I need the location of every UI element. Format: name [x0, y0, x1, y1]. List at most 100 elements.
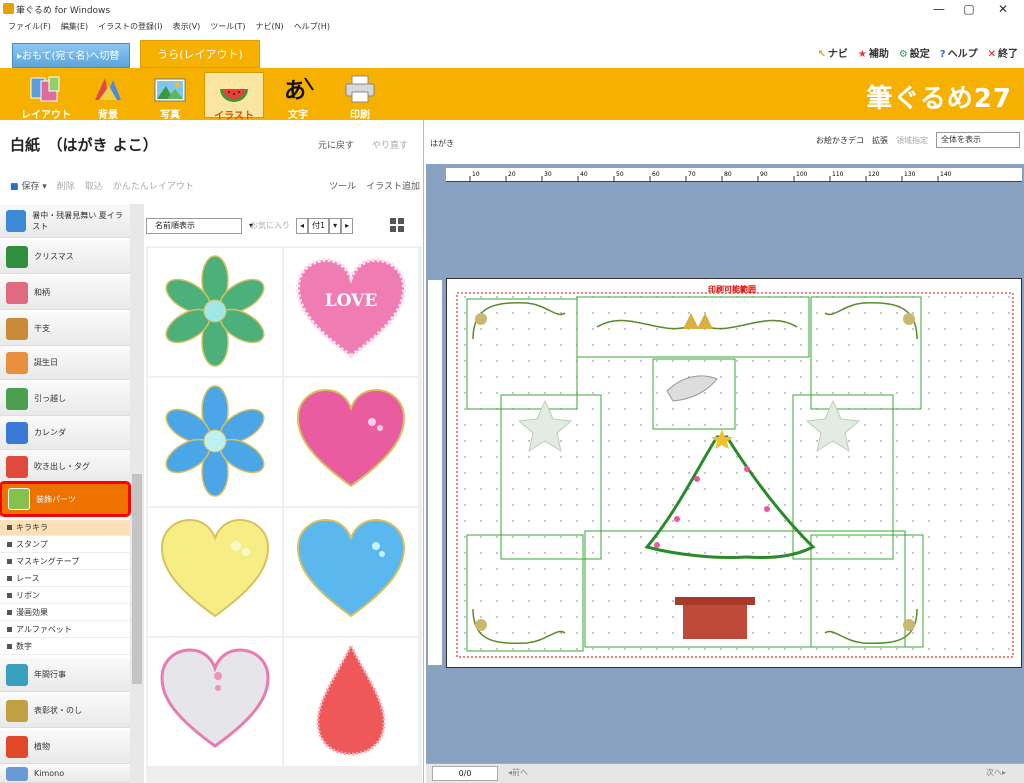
- category-wagara[interactable]: 和柄: [0, 276, 130, 310]
- grid-view-icon[interactable]: [390, 218, 404, 232]
- settings-label: 設定: [909, 49, 930, 60]
- easy-layout-button[interactable]: かんたんレイアウト: [113, 179, 194, 192]
- background-button[interactable]: 背景: [78, 72, 138, 121]
- category-balloon[interactable]: 吹き出し・タグ: [0, 450, 130, 484]
- next-page-button[interactable]: 次へ▸: [986, 767, 1006, 778]
- favorite-button[interactable]: お気に入り: [250, 220, 290, 231]
- undo-button[interactable]: 元に戻す: [318, 138, 354, 151]
- card-illustration: [456, 292, 1014, 658]
- sub-alphabet[interactable]: アルファベット: [0, 622, 130, 638]
- category-label: 引っ越し: [34, 394, 66, 403]
- category-certificate[interactable]: 表彰状・のし: [0, 694, 130, 728]
- scroll-thumb[interactable]: [132, 474, 142, 684]
- area-button[interactable]: 領域指定: [896, 135, 928, 146]
- preview-panel: はがき お絵かきデコ 拡張 領域指定 全体を表示 10 20 30 40 50 60 70 8…: [426, 120, 1024, 783]
- gallery-item-blue-flower[interactable]: [148, 378, 282, 506]
- save-button[interactable]: ■ 保存 ▾: [10, 179, 47, 192]
- zoom-select[interactable]: 全体を表示: [936, 132, 1020, 148]
- blue-heart-icon: [296, 518, 406, 618]
- tab-back-layout[interactable]: うら(レイアウト): [140, 40, 260, 68]
- sub-ribbon[interactable]: リボン: [0, 588, 130, 604]
- paper-label: はがき: [430, 139, 454, 148]
- gallery-item-red-drop[interactable]: [284, 638, 418, 766]
- pager-current[interactable]: 付1: [308, 218, 330, 234]
- preview-controls: お絵かきデコ 拡張 領域指定 全体を表示: [816, 132, 1020, 148]
- exit-link[interactable]: ✕ 終了: [988, 45, 1018, 60]
- sub-number[interactable]: 数字: [0, 639, 130, 655]
- illust-button[interactable]: イラスト: [204, 72, 264, 122]
- category-label: 和柄: [34, 288, 50, 297]
- category-decoration-parts[interactable]: 装飾パーツ: [0, 481, 131, 517]
- sub-stamp[interactable]: スタンプ: [0, 537, 130, 553]
- maximize-button[interactable]: ▢: [952, 0, 986, 18]
- navi-link[interactable]: ↖ ナビ: [817, 45, 847, 60]
- pink-heart-icon: [296, 388, 406, 488]
- print-button[interactable]: 印刷: [330, 72, 390, 121]
- pager-dropdown[interactable]: ▾: [329, 218, 342, 234]
- postcard-canvas[interactable]: [446, 278, 1022, 668]
- ruler-label: 50: [616, 171, 624, 178]
- assist-link[interactable]: ★ 補助: [858, 45, 889, 60]
- layout-label: レイアウト: [21, 110, 71, 121]
- menu-edit[interactable]: 編集(E): [61, 21, 88, 32]
- tool-menu[interactable]: ツール: [329, 179, 356, 192]
- tab-front-address[interactable]: ▸おもて(宛て名)へ切替: [12, 43, 130, 68]
- cursor-icon: ↖: [817, 49, 826, 60]
- settings-link[interactable]: ⚙ 設定: [899, 45, 930, 60]
- pager-next[interactable]: ▸: [341, 218, 354, 234]
- gallery-hscrollbar[interactable]: [146, 766, 422, 780]
- illustration-gallery: LOVE: [146, 246, 422, 783]
- plant-icon: [6, 735, 28, 758]
- text-button[interactable]: あ 文字: [268, 72, 328, 121]
- gallery-item-love-heart[interactable]: LOVE: [284, 248, 418, 376]
- app-window: 筆ぐるめ for Windows — ▢ ✕ ファイル(F) 編集(E) イラス…: [0, 0, 1024, 783]
- gallery-item-green-flower[interactable]: [148, 248, 282, 376]
- pager-prev[interactable]: ◂: [296, 218, 309, 234]
- import-button[interactable]: 取込: [85, 179, 103, 192]
- category-summer[interactable]: 暑中・残暑見舞い 夏イラスト: [0, 204, 130, 238]
- ruler-label: 70: [688, 171, 696, 178]
- help-link[interactable]: ? ヘルプ: [940, 45, 978, 60]
- menu-navi[interactable]: ナビ(N): [255, 21, 283, 32]
- category-birthday[interactable]: 誕生日: [0, 346, 130, 380]
- category-annual-events[interactable]: 年間行事: [0, 658, 130, 692]
- ruler-label: 140: [940, 171, 952, 178]
- category-label: 誕生日: [34, 358, 58, 367]
- prev-page-button[interactable]: ◂前へ: [508, 767, 528, 778]
- background-label: 背景: [98, 110, 118, 121]
- sub-masking-tape[interactable]: マスキングテープ: [0, 554, 130, 570]
- minimize-button[interactable]: —: [922, 0, 956, 18]
- sub-lace[interactable]: レース: [0, 571, 130, 587]
- blue-flower-icon: [165, 385, 265, 497]
- add-illust-button[interactable]: イラスト追加: [366, 179, 420, 192]
- delete-button[interactable]: 削除: [57, 179, 75, 192]
- category-eto[interactable]: 干支: [0, 312, 130, 346]
- sub-kirakira[interactable]: キラキラ: [0, 520, 130, 536]
- category-calendar[interactable]: カレンダ: [0, 416, 130, 450]
- category-plants[interactable]: 植物: [0, 730, 130, 764]
- gallery-item-blue-heart[interactable]: [284, 508, 418, 636]
- left-ruler: [428, 280, 442, 665]
- photo-button[interactable]: 写真: [140, 72, 200, 121]
- category-christmas[interactable]: クリスマス: [0, 240, 130, 274]
- sort-select[interactable]: 名前順表示: [146, 218, 253, 234]
- menu-view[interactable]: 表示(V): [173, 21, 201, 32]
- help-label: ヘルプ: [947, 49, 978, 60]
- menu-tool[interactable]: ツール(T): [210, 21, 245, 32]
- close-button[interactable]: ✕: [986, 0, 1020, 18]
- deco-button[interactable]: お絵かきデコ: [816, 135, 864, 146]
- menu-help[interactable]: ヘルプ(H): [294, 21, 330, 32]
- category-kimono[interactable]: Kimono: [0, 765, 130, 783]
- menu-file[interactable]: ファイル(F): [8, 21, 51, 32]
- category-scrollbar[interactable]: [130, 204, 144, 783]
- svg-text:あ: あ: [284, 78, 306, 104]
- menu-illust[interactable]: イラストの登録(I): [98, 21, 162, 32]
- sub-manga-effect[interactable]: 漫画効果: [0, 605, 130, 621]
- gallery-item-silver-heart[interactable]: [148, 638, 282, 766]
- expand-button[interactable]: 拡張: [872, 135, 888, 146]
- layout-button[interactable]: レイアウト: [16, 72, 76, 121]
- gallery-item-yellow-heart[interactable]: [148, 508, 282, 636]
- category-moving[interactable]: 引っ越し: [0, 382, 130, 416]
- redo-button[interactable]: やり直す: [372, 138, 408, 151]
- gallery-item-pink-heart[interactable]: [284, 378, 418, 506]
